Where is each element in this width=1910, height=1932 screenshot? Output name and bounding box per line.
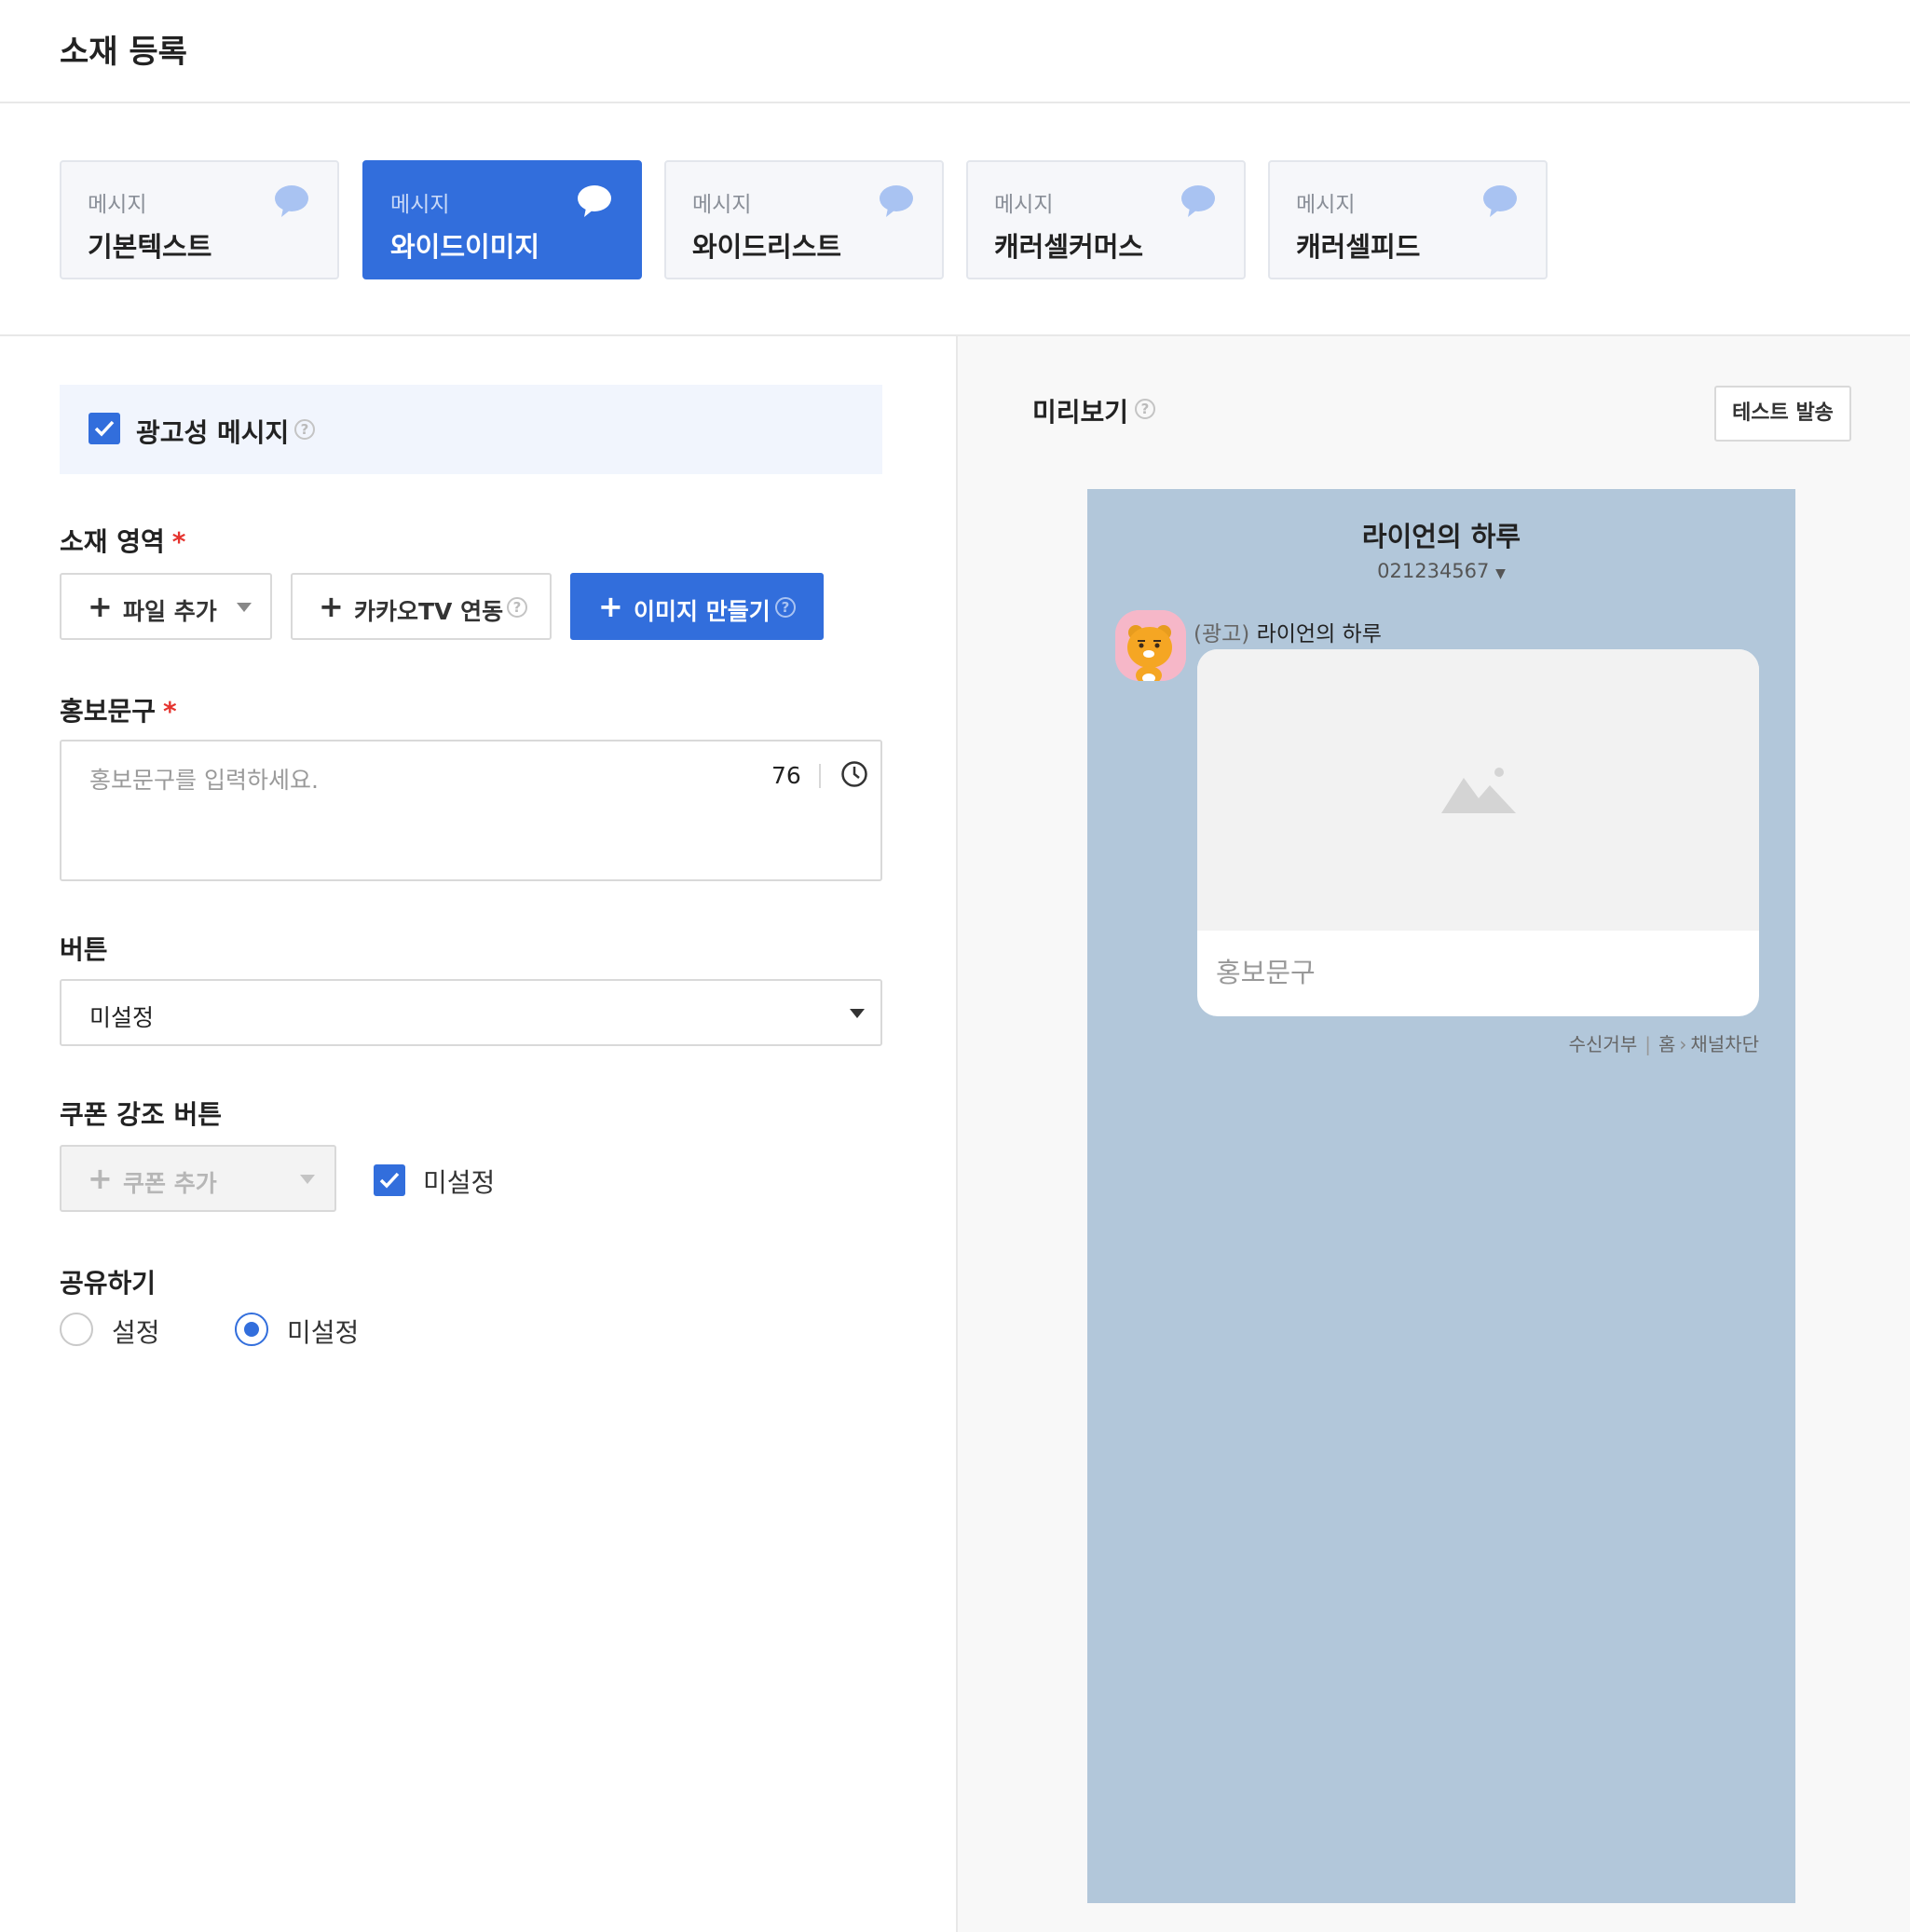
help-icon[interactable]: ?	[775, 597, 796, 618]
check-icon	[94, 420, 115, 437]
message-type-category: 메시지	[88, 193, 147, 217]
ryan-character-icon	[1115, 610, 1186, 681]
preview-pane: 미리보기 ? 테스트 발송 라이언의 하루 021234567 ▼ (광고) 라…	[956, 336, 1910, 1932]
plus-icon: +	[319, 589, 344, 624]
test-send-button[interactable]: 테스트 발송	[1714, 386, 1851, 442]
coupon-unset-checkbox[interactable]	[374, 1164, 405, 1196]
kakaotv-link-button[interactable]: + 카카오TV 연동 ?	[291, 573, 552, 640]
plus-icon: +	[88, 589, 113, 624]
chat-bubble-icon	[880, 185, 913, 217]
button-select-value: 미설정	[89, 1004, 155, 1031]
help-icon[interactable]: ?	[507, 597, 527, 618]
page-header: 소재 등록	[0, 0, 1910, 103]
image-placeholder	[1197, 649, 1759, 931]
message-type-wide-image[interactable]: 메시지 와이드이미지	[362, 160, 642, 279]
chat-bubble-icon	[1181, 185, 1215, 217]
message-footer-links: 수신거부 | 홈 › 채널차단	[1087, 1029, 1759, 1056]
chevron-down-icon	[300, 1175, 315, 1184]
promo-placeholder: 홍보문구를 입력하세요.	[89, 767, 319, 794]
message-type-basic-text[interactable]: 메시지 기본텍스트	[60, 160, 339, 279]
coupon-unset-label: 미설정	[423, 1167, 496, 1198]
message-type-carousel-commerce[interactable]: 메시지 캐러셀커머스	[966, 160, 1246, 279]
help-icon[interactable]: ?	[294, 419, 315, 440]
message-type-name: 캐러셀커머스	[994, 231, 1144, 263]
preview-title: 미리보기	[1032, 397, 1129, 428]
message-type-wide-list[interactable]: 메시지 와이드리스트	[664, 160, 944, 279]
message-type-category: 메시지	[1296, 193, 1356, 217]
bubble-promo-text: 홍보문구	[1216, 957, 1316, 988]
add-file-button[interactable]: + 파일 추가	[60, 573, 272, 640]
chevron-right-icon: ›	[1679, 1033, 1687, 1055]
message-bubble: 홍보문구	[1197, 649, 1759, 1016]
message-type-category: 메시지	[994, 193, 1054, 217]
divider: |	[1644, 1033, 1651, 1055]
message-type-category: 메시지	[692, 193, 752, 217]
add-file-label: 파일 추가	[123, 598, 217, 625]
reject-link[interactable]: 수신거부	[1569, 1033, 1638, 1055]
coupon-label: 쿠폰 강조 버튼	[60, 1099, 223, 1130]
image-placeholder-icon	[1441, 768, 1516, 813]
message-type-bar: 메시지 기본텍스트 메시지 와이드이미지 메시지 와이드리스트 메시지 캐러셀커…	[0, 103, 1910, 336]
required-mark: *	[171, 526, 186, 557]
plus-icon: +	[88, 1161, 113, 1196]
promo-label: 홍보문구 *	[60, 691, 177, 728]
share-off-label: 미설정	[287, 1317, 360, 1348]
promo-char-count: 76	[771, 762, 801, 789]
share-label: 공유하기	[60, 1268, 157, 1299]
material-area-label-text: 소재 영역	[60, 526, 165, 557]
material-area-label: 소재 영역 *	[60, 522, 185, 559]
required-mark: *	[163, 696, 177, 727]
block-channel-link[interactable]: 채널차단	[1690, 1033, 1759, 1055]
avatar	[1115, 610, 1186, 681]
make-image-button[interactable]: + 이미지 만들기 ?	[570, 573, 824, 640]
chevron-down-icon	[237, 603, 252, 612]
button-label: 버튼	[60, 934, 108, 965]
share-on-radio[interactable]	[60, 1313, 93, 1346]
chat-bubble-icon	[275, 185, 308, 217]
promo-label-text: 홍보문구	[60, 696, 157, 727]
divider	[819, 764, 821, 788]
phone-preview: 라이언의 하루 021234567 ▼ (광고) 라이언의 하루 홍보문구 수신…	[1087, 489, 1795, 1903]
ad-tag: (광고)	[1194, 622, 1250, 646]
ad-message-box: 광고성 메시지 ?	[60, 385, 882, 474]
message-type-name: 캐러셀피드	[1296, 231, 1421, 263]
kakaotv-link-label: 카카오TV 연동	[354, 598, 504, 625]
share-on-label: 설정	[112, 1317, 160, 1348]
sender-label: 라이언의 하루	[1256, 622, 1382, 646]
message-type-carousel-feed[interactable]: 메시지 캐러셀피드	[1268, 160, 1548, 279]
chat-bubble-icon	[1483, 185, 1517, 217]
creative-form: 광고성 메시지 ? 소재 영역 * + 파일 추가 + 카카오TV 연동 ? + …	[0, 336, 956, 1932]
message-type-name: 와이드이미지	[390, 231, 540, 263]
channel-number-row[interactable]: 021234567 ▼	[1087, 560, 1795, 582]
sender-name: (광고) 라이언의 하루	[1194, 616, 1382, 647]
promo-textarea[interactable]: 홍보문구를 입력하세요. 76	[60, 740, 882, 881]
check-icon	[379, 1172, 400, 1189]
page-title: 소재 등록	[60, 34, 187, 71]
plus-icon: +	[598, 589, 623, 624]
help-icon[interactable]: ?	[1135, 399, 1155, 419]
make-image-label: 이미지 만들기	[634, 598, 771, 625]
caret-down-icon: ▼	[1495, 566, 1506, 581]
button-select[interactable]: 미설정	[60, 979, 882, 1046]
message-type-name: 와이드리스트	[692, 231, 842, 263]
share-off-radio[interactable]	[235, 1313, 268, 1346]
add-coupon-label: 쿠폰 추가	[123, 1170, 217, 1197]
message-type-name: 기본텍스트	[88, 231, 212, 263]
chat-bubble-icon	[578, 185, 611, 217]
message-type-category: 메시지	[390, 193, 450, 217]
home-link[interactable]: 홈	[1658, 1033, 1675, 1055]
channel-number: 021234567	[1377, 560, 1490, 582]
ad-message-label: 광고성 메시지	[136, 417, 290, 448]
chevron-down-icon	[850, 1009, 865, 1018]
channel-name: 라이언의 하루	[1361, 521, 1521, 552]
add-coupon-button[interactable]: + 쿠폰 추가	[60, 1145, 336, 1212]
ad-message-checkbox[interactable]	[89, 413, 120, 444]
clock-icon[interactable]	[840, 760, 868, 788]
